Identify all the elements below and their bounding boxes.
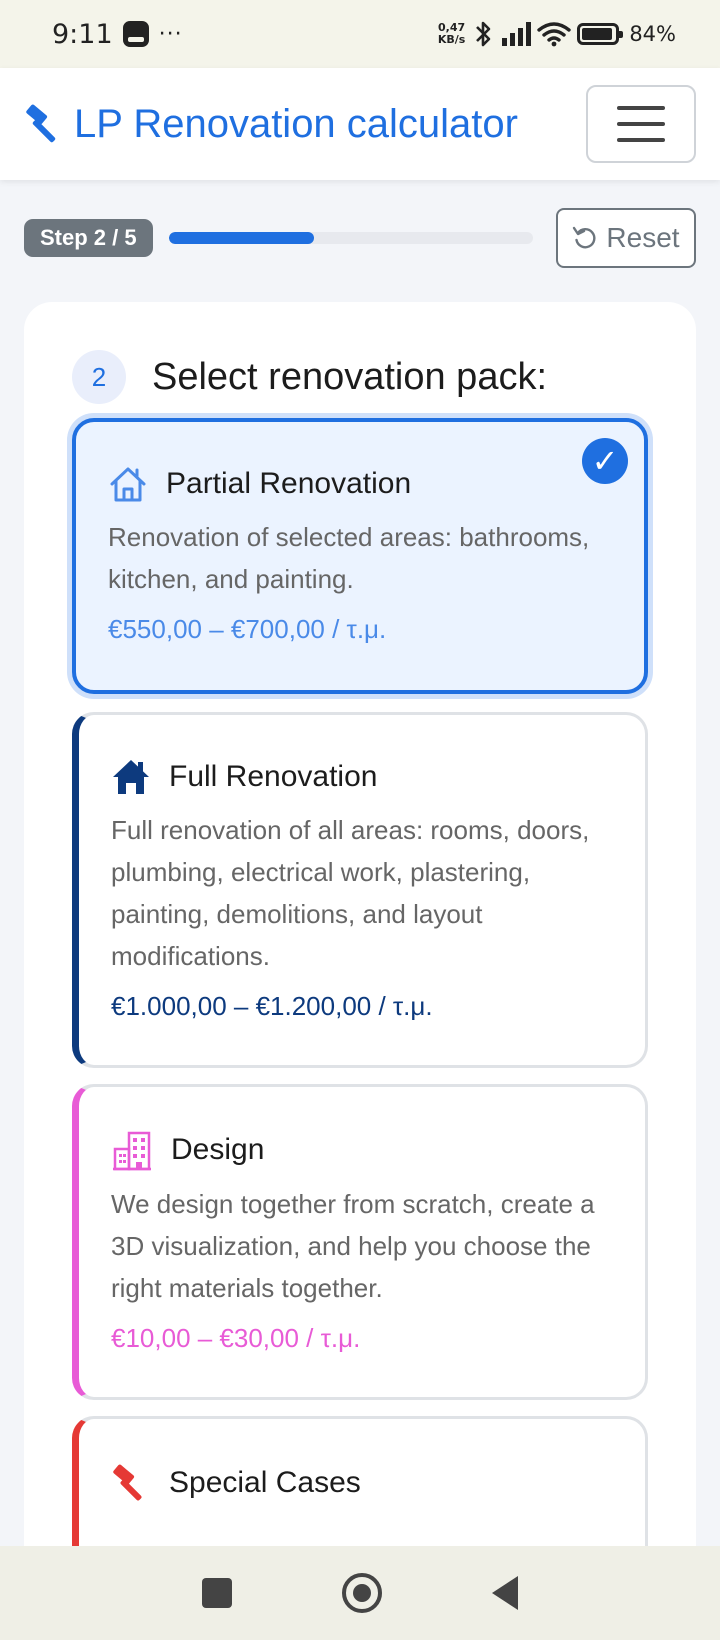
house-filled-icon [113, 760, 149, 794]
wifi-icon [537, 22, 572, 47]
option-title: Partial Renovation [166, 467, 412, 500]
reset-button[interactable]: Reset [556, 208, 696, 268]
option-header: Special Cases [111, 1463, 615, 1503]
hamburger-line [617, 138, 665, 142]
option-description: Full renovation of all areas: rooms, doo… [111, 815, 590, 971]
selected-check-icon: ✓ [582, 438, 628, 484]
option-price: €1.000,00 – €1.200,00 / τ.μ. [111, 991, 433, 1021]
status-bar-left: 9:11 ··· [52, 19, 183, 50]
option-title: Design [171, 1133, 265, 1166]
option-header: Full Renovation [111, 757, 615, 797]
step-number: 2 [72, 350, 126, 404]
house-outline-icon [110, 467, 146, 502]
battery-percent: 84% [629, 22, 676, 46]
app-notification-icon [122, 21, 149, 47]
recent-apps-icon[interactable] [202, 1578, 232, 1608]
option-price: €10,00 – €30,00 / τ.μ. [111, 1323, 361, 1353]
option-description: Renovation of selected areas: bathrooms,… [108, 522, 590, 594]
status-time: 9:11 [52, 18, 113, 50]
status-bar-right: 0,47 KB/s 84% [438, 20, 676, 48]
option-header: Partial Renovation [108, 464, 614, 504]
system-navigation-bar [0, 1546, 720, 1640]
reset-label: Reset [606, 222, 680, 253]
rotate-ccw-icon [573, 226, 596, 249]
status-bar: 9:11 ··· 0,47 KB/s 84% [0, 0, 720, 68]
back-icon[interactable] [492, 1576, 518, 1610]
step-title: Select renovation pack: [152, 355, 548, 398]
step-badge: Step 2 / 5 [24, 219, 153, 257]
battery-icon [577, 23, 624, 45]
progress-bar-fill [168, 232, 315, 244]
hammer-icon [26, 104, 56, 143]
signal-icon [502, 22, 532, 46]
network-speed: 0,47 KB/s [438, 22, 465, 46]
menu-toggle-button[interactable] [586, 85, 696, 163]
home-icon[interactable] [342, 1573, 382, 1613]
more-notifications-icon: ··· [158, 21, 183, 47]
hamburger-line [617, 122, 665, 126]
progress-bar [168, 232, 533, 244]
network-speed-unit: KB/s [437, 33, 466, 46]
option-title: Special Cases [169, 1466, 361, 1499]
step-card: 2 Select renovation pack: ✓ Partial Reno… [24, 302, 696, 1640]
hammer-icon [113, 1464, 142, 1501]
navbar-brand[interactable]: LP Renovation calculator [24, 102, 518, 147]
option-description: We design together from scratch, create … [111, 1189, 595, 1303]
pack-option-full-renovation[interactable]: Full Renovation Full renovation of all a… [72, 712, 648, 1068]
step-progress-row: Step 2 / 5 Reset [24, 208, 696, 268]
option-price: €550,00 – €700,00 / τ.μ. [108, 614, 387, 644]
hamburger-line [617, 106, 665, 110]
bluetooth-icon [476, 21, 491, 47]
pack-option-partial-renovation[interactable]: ✓ Partial Renovation Renovation of selec… [72, 418, 648, 694]
step-header: 2 Select renovation pack: [72, 350, 547, 404]
option-header: Design [111, 1129, 615, 1171]
navbar: LP Renovation calculator [0, 68, 720, 180]
option-title: Full Renovation [169, 760, 378, 793]
pack-option-design[interactable]: Design We design together from scratch, … [72, 1084, 648, 1400]
app-title: LP Renovation calculator [74, 101, 518, 146]
buildings-icon [113, 1131, 151, 1171]
